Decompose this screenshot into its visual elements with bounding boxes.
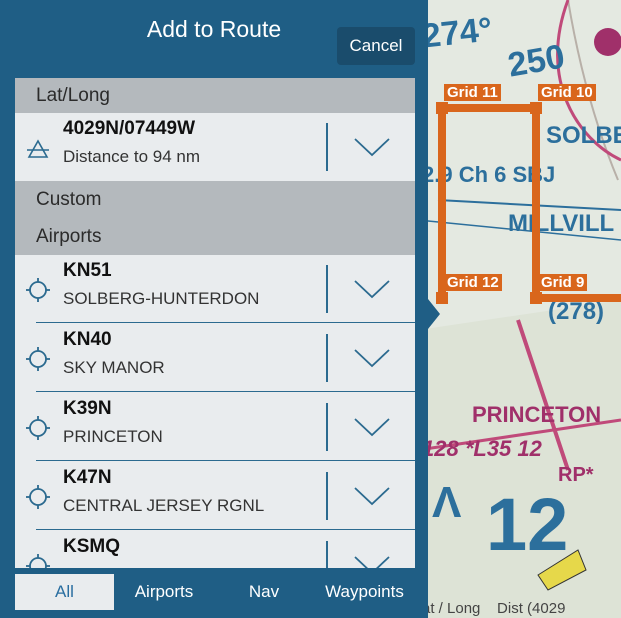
tab-nav[interactable]: Nav <box>214 574 314 610</box>
grid-label-11: Grid 11 <box>444 84 501 101</box>
airport-icon <box>26 485 50 509</box>
latlong-coordinate: 4029N/07449W <box>63 118 196 139</box>
list-item-airport[interactable]: K39N PRINCETON <box>15 393 415 461</box>
chart-solberg-label: SOLBER <box>546 122 621 149</box>
row-divider <box>326 123 328 171</box>
airport-name: SKY MANOR <box>63 358 165 377</box>
list-item-latlong[interactable]: 4029N/07449W Distance to 94 nm <box>15 113 415 181</box>
tab-all[interactable]: All <box>15 574 114 610</box>
row-divider <box>326 265 328 313</box>
grid-line-top <box>438 104 542 112</box>
popover-arrow <box>428 299 440 329</box>
triangle-waypoint-icon <box>27 139 49 158</box>
waypoint-list[interactable]: Lat/Long 4029N/07449W Distance to 94 nm … <box>15 78 415 568</box>
panel-header: Add to Route Cancel <box>0 0 428 78</box>
list-item-airport[interactable]: KN51 SOLBERG-HUNTERDON <box>15 255 415 323</box>
grid-label-12: Grid 12 <box>444 274 502 291</box>
chart-princeton-label: PRINCETON <box>472 402 602 427</box>
airport-icon <box>26 278 50 302</box>
grid-corner-br <box>530 292 542 304</box>
airport-code: K47N <box>63 467 112 488</box>
chevron-down-icon[interactable] <box>351 133 393 161</box>
grid-label-9: Grid 9 <box>538 274 588 291</box>
grid-line-left <box>438 104 446 300</box>
airport-name: SOLBERG-HUNTERDON <box>63 289 260 308</box>
airport-code: K39N <box>63 398 112 419</box>
chevron-down-icon[interactable] <box>351 275 393 303</box>
airport-name: CENTRAL JERSEY RGNL <box>63 496 265 515</box>
chart-number-278: (278) <box>548 298 605 325</box>
section-header-custom: Custom <box>15 181 415 219</box>
filter-tab-bar: All Airports Nav Waypoints <box>15 574 415 610</box>
cancel-button[interactable]: Cancel <box>337 27 415 65</box>
chevron-down-icon[interactable] <box>351 482 393 510</box>
airport-name: PRINCETON <box>63 427 163 446</box>
row-divider <box>326 403 328 451</box>
airport-icon <box>26 416 50 440</box>
row-divider <box>326 334 328 382</box>
add-to-route-panel: Add to Route Cancel Lat/Long 4029N/07449… <box>0 0 428 618</box>
list-item-airport[interactable]: KN40 SKY MANOR <box>15 324 415 392</box>
chart-princeton-info: 128 *L35 12 <box>422 436 542 461</box>
chart-altitude-arrow: Λ <box>432 478 462 527</box>
list-item-airport[interactable]: KSMQ <box>15 531 415 568</box>
row-separator <box>36 529 415 530</box>
row-divider <box>326 541 328 568</box>
map-bottom-readout: at / Long Dist (4029 <box>422 600 566 617</box>
chart-millville-label: MILLVILL <box>508 210 615 237</box>
tab-waypoints[interactable]: Waypoints <box>314 574 415 610</box>
chart-altitude-12: 12 <box>486 483 569 566</box>
tab-airports[interactable]: Airports <box>114 574 214 610</box>
chart-heading-274: 274° <box>420 10 495 56</box>
section-header-latlong: Lat/Long <box>15 78 415 113</box>
airport-code: KSMQ <box>63 536 120 557</box>
chevron-down-icon[interactable] <box>351 413 393 441</box>
grid-line-middle <box>532 104 540 300</box>
chevron-down-icon[interactable] <box>351 551 393 568</box>
airport-icon <box>26 347 50 371</box>
row-separator <box>36 322 415 323</box>
row-separator <box>36 460 415 461</box>
grid-label-10: Grid 10 <box>538 84 596 101</box>
airport-code: KN51 <box>63 260 112 281</box>
airport-icon <box>26 554 50 568</box>
row-divider <box>326 472 328 520</box>
list-item-airport[interactable]: K47N CENTRAL JERSEY RGNL <box>15 462 415 530</box>
grid-corner-tr <box>530 102 542 114</box>
chevron-down-icon[interactable] <box>351 344 393 372</box>
row-separator <box>36 391 415 392</box>
section-header-airports: Airports <box>15 219 415 255</box>
airport-code: KN40 <box>63 329 112 350</box>
grid-line-bottom <box>532 294 621 302</box>
grid-corner-tl <box>436 102 448 114</box>
sectional-chart-map[interactable]: 274° 250 SOLBER 2.9 Ch 6 SBJ MILLVILL (2… <box>418 0 621 618</box>
latlong-distance: Distance to 94 nm <box>63 147 201 166</box>
